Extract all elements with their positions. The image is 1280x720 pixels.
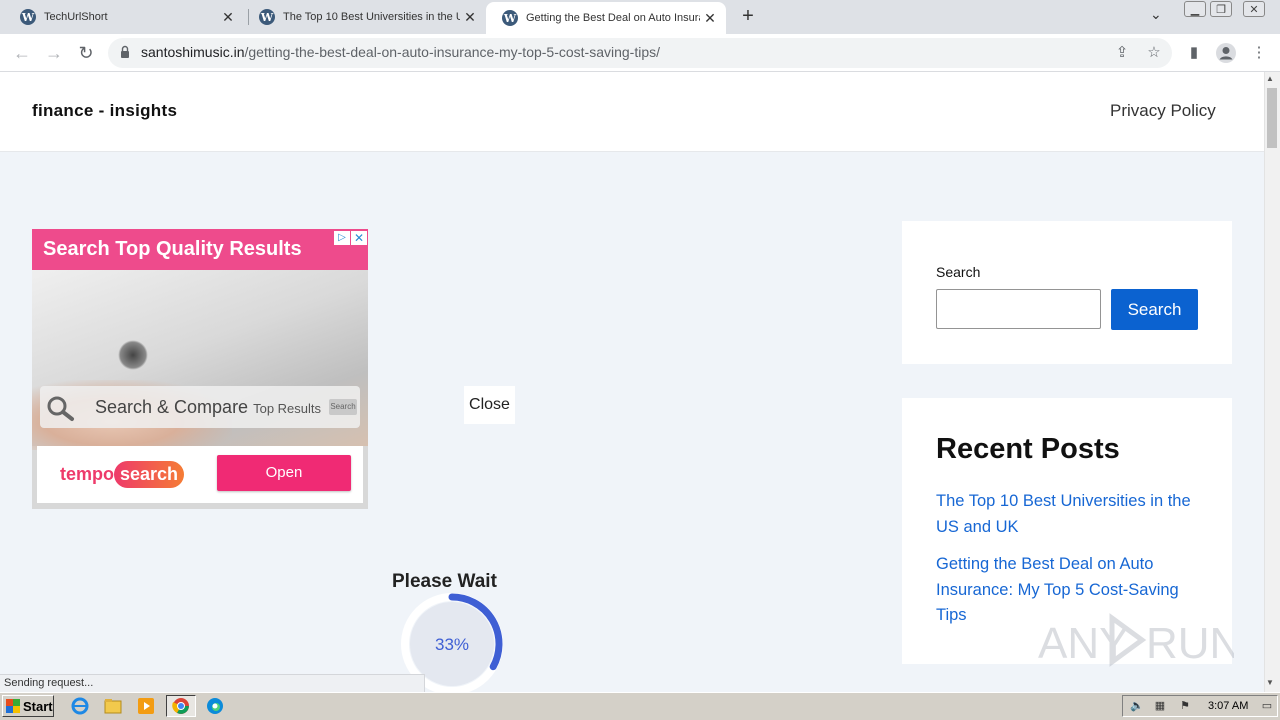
scroll-up-arrow-icon[interactable]: ▲ bbox=[1266, 74, 1274, 83]
back-arrow-icon[interactable]: ← bbox=[10, 41, 34, 65]
close-tab-icon[interactable]: ✕ bbox=[700, 10, 720, 27]
chrome-taskbar-icon[interactable] bbox=[166, 695, 196, 717]
start-label: Start bbox=[23, 698, 53, 714]
minimize-button[interactable]: ▁ bbox=[1184, 1, 1206, 17]
tab-title: TechUrlShort bbox=[44, 11, 108, 23]
system-tray bbox=[1122, 695, 1278, 717]
scrollbar-thumb[interactable] bbox=[1267, 88, 1277, 148]
tab-title: The Top 10 Best Universities in the U bbox=[283, 11, 460, 23]
anyrun-watermark: ANY RUN bbox=[1038, 613, 1234, 668]
network-icon[interactable]: ▦ bbox=[1153, 699, 1167, 713]
please-wait-label: Please Wait bbox=[392, 571, 497, 592]
progress-percent: 33% bbox=[435, 635, 469, 654]
status-bubble: Sending request... bbox=[0, 674, 425, 692]
tab-auto-insurance[interactable]: W Getting the Best Deal on Auto Insura ✕ bbox=[486, 2, 726, 34]
watermark-right: RUN bbox=[1146, 619, 1234, 668]
lock-icon[interactable] bbox=[120, 45, 130, 59]
tab-universities[interactable]: W The Top 10 Best Universities in the U … bbox=[243, 0, 486, 34]
side-panel-icon[interactable]: ▮ bbox=[1184, 43, 1204, 63]
ad-search-text-large: Search & Compare bbox=[95, 397, 249, 417]
ad-headline[interactable]: Search Top Quality Results bbox=[43, 238, 302, 261]
taskbar-clock[interactable]: 3:07 AM bbox=[1208, 700, 1248, 712]
nav-privacy-policy[interactable]: Privacy Policy bbox=[1110, 101, 1216, 121]
media-player-icon[interactable] bbox=[134, 695, 158, 717]
ad-pen-graphic bbox=[118, 340, 148, 370]
search-label: Search bbox=[936, 264, 981, 280]
volume-icon[interactable]: 🔈 bbox=[1130, 699, 1144, 713]
search-button[interactable]: Search bbox=[1111, 289, 1198, 330]
wordpress-icon: W bbox=[20, 9, 36, 25]
profile-avatar-icon[interactable] bbox=[1215, 42, 1237, 64]
menu-kebab-icon[interactable]: ⋮ bbox=[1249, 43, 1269, 63]
start-button[interactable]: Start bbox=[2, 695, 54, 717]
edge-icon[interactable] bbox=[203, 695, 227, 717]
page-scrollbar[interactable] bbox=[1264, 72, 1280, 692]
logo-search: search bbox=[114, 460, 185, 488]
action-center-flag-icon[interactable]: ⚑ bbox=[1178, 699, 1192, 713]
ad-search-button-graphic: Search bbox=[329, 399, 357, 415]
url-path: /getting-the-best-deal-on-auto-insurance… bbox=[244, 44, 661, 60]
site-header bbox=[0, 72, 1264, 152]
ad-close-icon[interactable]: ✕ bbox=[351, 231, 367, 245]
recent-post-link[interactable]: The Top 10 Best Universities in the US a… bbox=[936, 489, 1206, 540]
bookmark-star-icon[interactable]: ☆ bbox=[1144, 43, 1164, 63]
magnifier-icon bbox=[47, 396, 74, 421]
ad-search-text: Search & Compare Top Results bbox=[95, 397, 321, 418]
url-domain: santoshimusic.in bbox=[141, 44, 245, 60]
forward-arrow-icon[interactable]: → bbox=[42, 41, 66, 65]
share-icon[interactable]: ⇪ bbox=[1112, 43, 1132, 63]
logo-tempo: tempo bbox=[60, 463, 114, 484]
internet-explorer-icon[interactable] bbox=[68, 695, 92, 717]
url-text[interactable]: santoshimusic.in/getting-the-best-deal-o… bbox=[141, 44, 660, 60]
close-window-button[interactable]: ✕ bbox=[1243, 1, 1265, 17]
tab-search-chevron-icon[interactable]: ⌄ bbox=[1150, 6, 1162, 23]
windows-logo-icon bbox=[6, 699, 20, 713]
site-title[interactable]: finance - insights bbox=[32, 101, 177, 121]
ad-choices-icon[interactable]: ▷ bbox=[334, 231, 350, 245]
wordpress-icon: W bbox=[259, 9, 275, 25]
close-overlay-button[interactable]: Close bbox=[464, 386, 515, 424]
close-tab-icon[interactable]: ✕ bbox=[218, 9, 238, 26]
search-input[interactable] bbox=[936, 289, 1101, 329]
reload-icon[interactable]: ↻ bbox=[74, 41, 98, 65]
tab-title: Getting the Best Deal on Auto Insura bbox=[526, 12, 700, 24]
tab-techurlshort[interactable]: W TechUrlShort ✕ bbox=[4, 0, 244, 34]
ad-search-text-small: Top Results bbox=[253, 401, 322, 416]
tempo-search-logo: tempo search bbox=[60, 458, 185, 490]
scroll-down-arrow-icon[interactable]: ▼ bbox=[1266, 678, 1274, 687]
file-explorer-icon[interactable] bbox=[101, 695, 125, 717]
show-desktop-icon[interactable]: ▭ bbox=[1260, 699, 1274, 713]
recent-posts-title: Recent Posts bbox=[936, 433, 1120, 465]
new-tab-button[interactable]: + bbox=[738, 5, 758, 29]
restore-button[interactable]: ❐ bbox=[1210, 1, 1232, 17]
wordpress-icon: W bbox=[502, 10, 518, 26]
ad-open-button[interactable]: Open bbox=[217, 455, 351, 491]
close-tab-icon[interactable]: ✕ bbox=[460, 9, 480, 26]
